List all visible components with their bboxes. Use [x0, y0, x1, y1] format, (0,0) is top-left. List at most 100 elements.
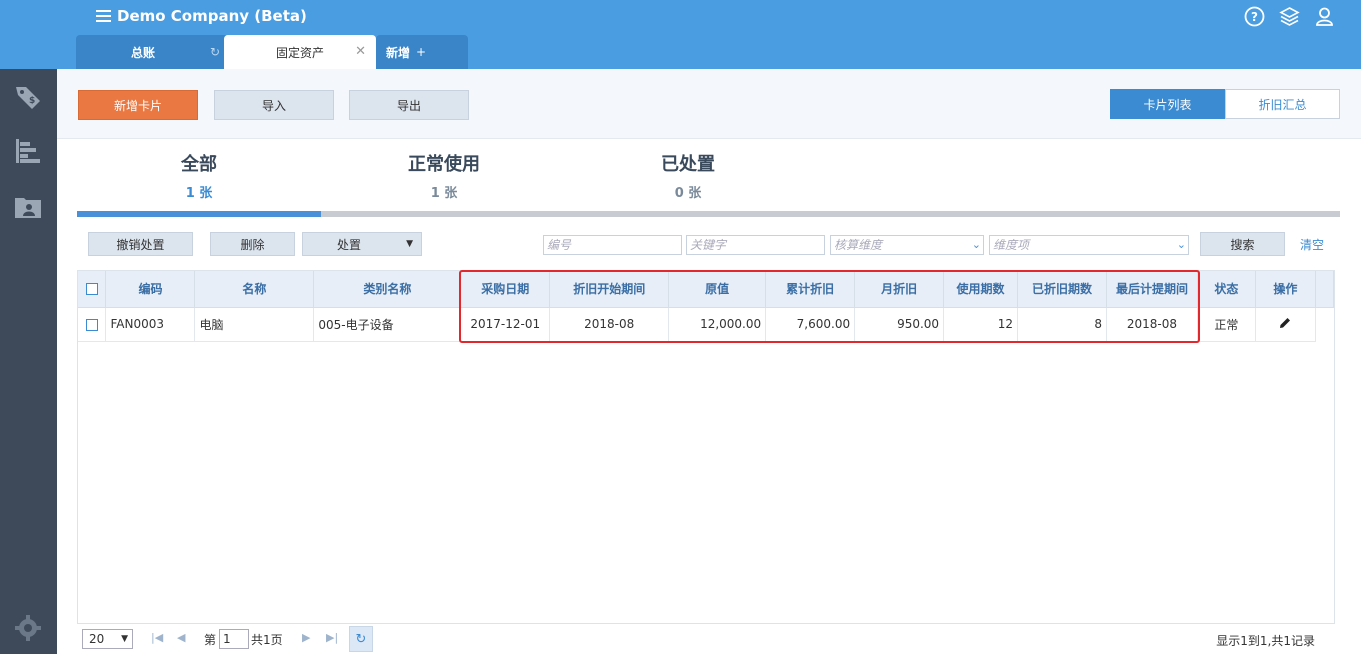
select-all-header[interactable]	[78, 271, 107, 308]
top-bar: Demo Company (Beta) ? 总账 ↻ 固定资产 ✕ 新增 +	[0, 0, 1361, 69]
tab-new[interactable]: 新增 +	[376, 35, 468, 69]
dispose-dropdown[interactable]: 处置 ▼	[302, 232, 422, 256]
asset-card-grid: 编码 名称 类别名称 采购日期 折旧开始期间 原值 累计折旧 月折旧 使用期数 …	[77, 270, 1335, 624]
add-card-button[interactable]: 新增卡片	[78, 90, 198, 120]
column-header[interactable]: 编码	[105, 271, 196, 308]
status-count: 1 张	[430, 186, 458, 201]
first-page-icon[interactable]: |◀	[151, 631, 163, 644]
prev-page-icon[interactable]: ◀	[177, 631, 185, 644]
table-row[interactable]: FAN0003 电脑 005-电子设备 2017-12-01 2018-08 1…	[78, 307, 1334, 342]
next-page-icon[interactable]: ▶	[302, 631, 310, 644]
card-list-toggle[interactable]: 卡片列表	[1110, 89, 1225, 119]
original-value-cell: 12,000.00	[668, 307, 767, 342]
delete-button[interactable]: 删除	[210, 232, 295, 256]
refresh-icon[interactable]: ↻	[210, 45, 220, 59]
status-tab-disposed[interactable]: 已处置 0 张	[613, 150, 763, 201]
last-period-cell: 2018-08	[1106, 307, 1198, 342]
code-filter-input[interactable]: 编号	[543, 235, 682, 255]
page-size-select[interactable]: 20 ▼	[82, 629, 133, 649]
edit-pencil-icon[interactable]	[1278, 317, 1292, 333]
status-label: 已处置	[661, 154, 715, 175]
keyword-filter-input[interactable]: 关键字	[686, 235, 825, 255]
page-total: 共1页	[251, 633, 283, 647]
status-tab-indicator-fill	[77, 211, 321, 217]
category-cell: 005-电子设备	[313, 307, 462, 342]
status-label: 正常使用	[408, 154, 480, 175]
menu-icon[interactable]	[96, 10, 111, 22]
column-header[interactable]: 月折旧	[854, 271, 945, 308]
status-cell: 正常	[1197, 307, 1256, 342]
plus-icon: +	[416, 45, 427, 59]
select-all-checkbox[interactable]	[85, 283, 98, 296]
asset-name-cell: 电脑	[194, 307, 315, 342]
column-header[interactable]: 折旧开始期间	[549, 271, 670, 308]
tab-fixed-assets[interactable]: 固定资产 ✕	[224, 35, 376, 69]
top-icons: ?	[1244, 6, 1335, 27]
caret-down-icon: ▼	[406, 239, 413, 249]
column-header[interactable]: 最后计提期间	[1106, 271, 1198, 308]
depreciation-summary-toggle[interactable]: 折旧汇总	[1225, 89, 1340, 119]
asset-table: 编码 名称 类别名称 采购日期 折旧开始期间 原值 累计折旧 月折旧 使用期数 …	[78, 271, 1335, 342]
caret-down-icon: ▼	[121, 634, 128, 644]
record-info: 显示1到1,共1记录	[1216, 634, 1315, 648]
export-button[interactable]: 导出	[349, 90, 469, 120]
refresh-icon[interactable]: ↻	[349, 626, 373, 652]
scrollbar-gutter	[1315, 307, 1333, 341]
depr-start-cell: 2018-08	[549, 307, 670, 342]
dimension-select[interactable]: 核算维度 ⌄	[830, 235, 984, 255]
last-page-icon[interactable]: ▶|	[326, 631, 338, 644]
dimension-placeholder: 核算维度	[834, 238, 883, 252]
tab-label: 新增	[386, 45, 411, 60]
status-tab-in-use[interactable]: 正常使用 1 张	[369, 150, 519, 201]
settings-gear-icon[interactable]	[12, 612, 44, 644]
action-cell	[1255, 307, 1316, 342]
dimension-item-select[interactable]: 维度项 ⌄	[989, 235, 1189, 255]
column-header[interactable]: 类别名称	[313, 271, 462, 308]
chevron-down-icon: ⌄	[1176, 238, 1186, 251]
column-header[interactable]: 原值	[668, 271, 767, 308]
status-tab-all[interactable]: 全部 1 张	[124, 150, 274, 201]
dispose-label: 处置	[336, 237, 361, 252]
close-icon[interactable]: ✕	[355, 44, 366, 59]
depr-periods-cell: 8	[1017, 307, 1107, 342]
pagination-bar: 20 ▼ |◀ ◀ 第 1 共1页 ▶ ▶| ↻ 显示1到1,共1记录	[77, 624, 1335, 654]
user-icon[interactable]	[1314, 6, 1335, 27]
periods-cell: 12	[943, 307, 1019, 342]
layers-icon[interactable]	[1279, 6, 1300, 27]
contacts-folder-icon[interactable]	[12, 191, 44, 223]
clear-filters-link[interactable]: 清空	[1300, 236, 1324, 253]
bar-chart-icon[interactable]	[12, 135, 44, 167]
row-checkbox[interactable]	[85, 318, 98, 331]
page-prefix: 第	[204, 633, 217, 647]
page-number-input[interactable]: 1	[219, 629, 249, 649]
scrollbar-gutter	[1315, 271, 1335, 308]
column-header[interactable]: 操作	[1255, 271, 1316, 308]
column-header[interactable]: 采购日期	[460, 271, 551, 308]
chevron-down-icon: ⌄	[971, 238, 981, 251]
dimension-item-placeholder: 维度项	[993, 238, 1030, 252]
app-title[interactable]: Demo Company (Beta)	[96, 7, 307, 25]
tag-icon[interactable]: $	[12, 81, 44, 113]
status-label: 全部	[181, 154, 217, 175]
table-header-row: 编码 名称 类别名称 采购日期 折旧开始期间 原值 累计折旧 月折旧 使用期数 …	[78, 271, 1335, 308]
status-count: 1 张	[185, 186, 213, 201]
sidebar: $	[0, 69, 57, 654]
tab-label: 固定资产	[275, 45, 324, 60]
purchase-date-cell: 2017-12-01	[460, 307, 551, 342]
column-header[interactable]: 使用期数	[943, 271, 1019, 308]
tab-general-ledger[interactable]: 总账 ↻	[76, 35, 228, 69]
action-toolbar: 新增卡片 导入 导出 卡片列表 折旧汇总	[57, 69, 1361, 139]
column-header[interactable]: 状态	[1197, 271, 1256, 308]
undo-dispose-button[interactable]: 撤销处置	[88, 232, 193, 256]
search-button[interactable]: 搜索	[1200, 232, 1285, 256]
asset-code-link[interactable]: FAN0003	[105, 307, 196, 342]
column-header[interactable]: 名称	[194, 271, 315, 308]
svg-text:?: ?	[1251, 10, 1258, 24]
column-header[interactable]: 已折旧期数	[1017, 271, 1107, 308]
row-select-cell[interactable]	[78, 307, 107, 342]
company-name: Demo Company (Beta)	[117, 7, 307, 25]
help-icon[interactable]: ?	[1244, 6, 1265, 27]
import-button[interactable]: 导入	[214, 90, 334, 120]
column-header[interactable]: 累计折旧	[765, 271, 856, 308]
monthly-depr-cell: 950.00	[854, 307, 945, 342]
